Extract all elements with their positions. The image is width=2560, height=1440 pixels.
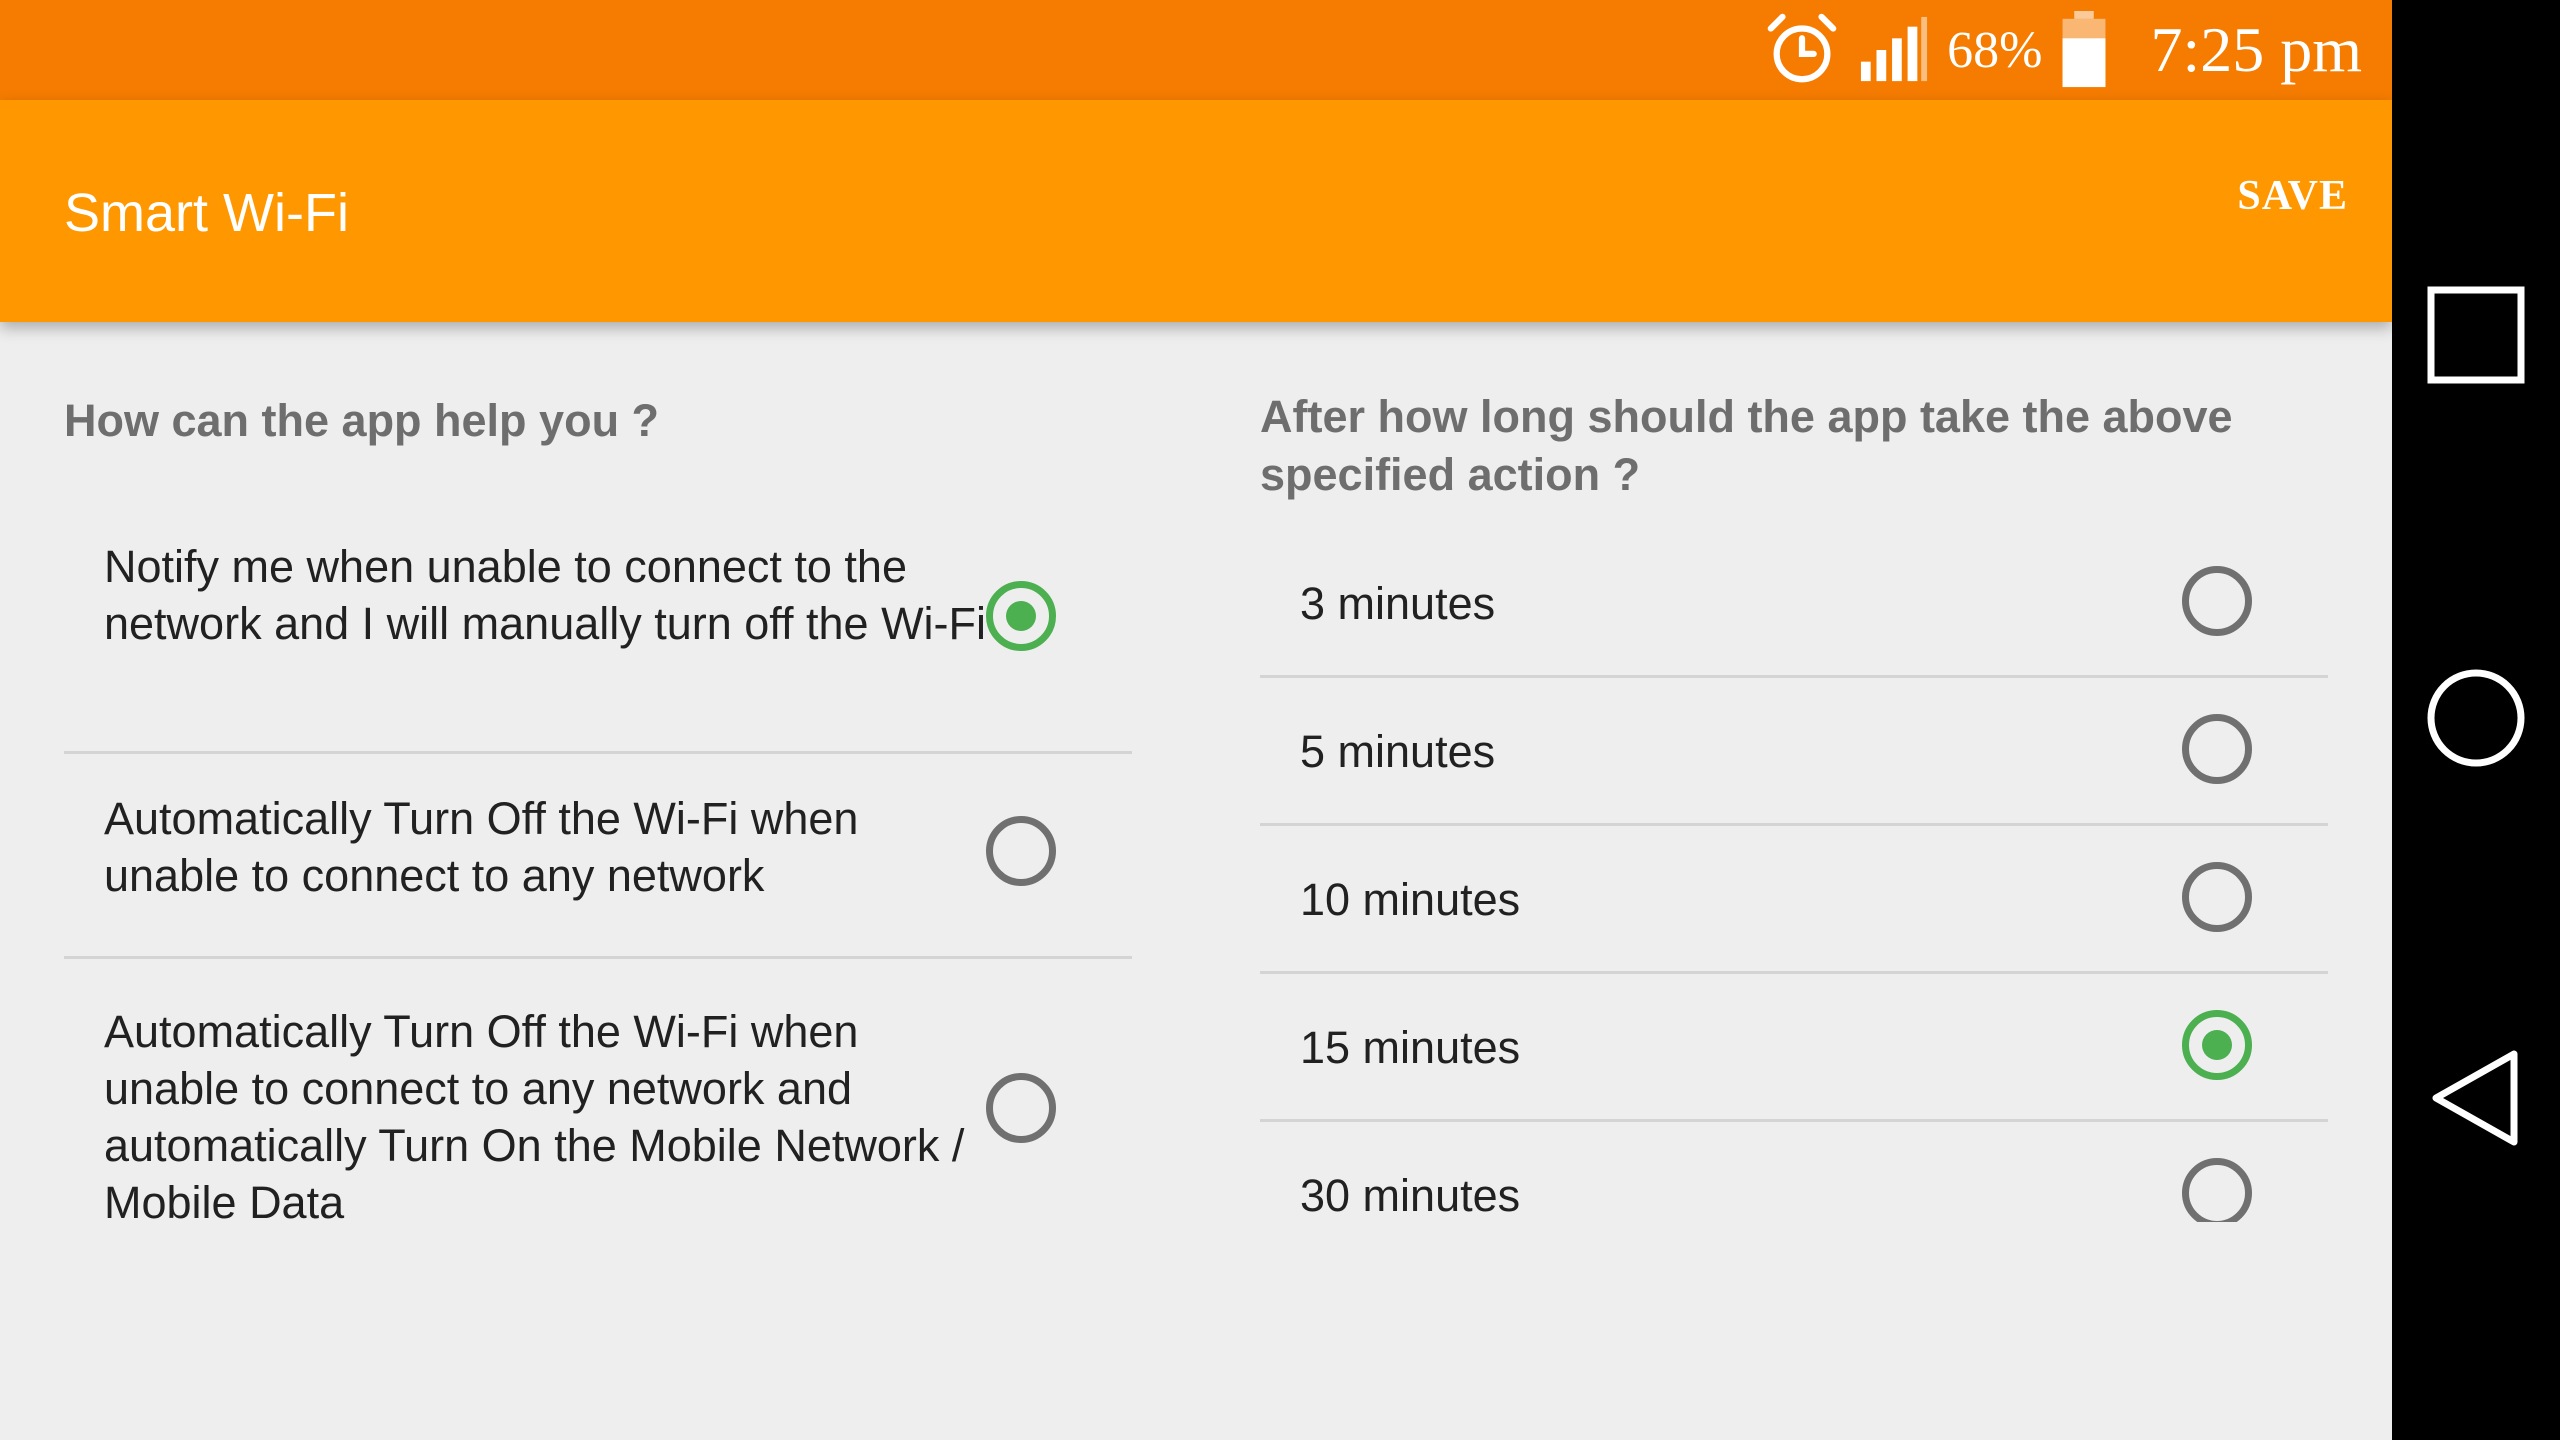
option-label: 5 minutes	[1300, 726, 1496, 777]
navigation-bar	[2392, 0, 2560, 1440]
battery-percent: 68%	[1947, 21, 2043, 79]
help-option-auto-off-mobile-data[interactable]: Automatically Turn Off the Wi-Fi when un…	[64, 959, 1132, 1239]
list-item[interactable]: 3 minutes	[1260, 527, 2328, 675]
radio-button[interactable]	[2182, 714, 2252, 784]
list-item[interactable]: 30 minutes	[1260, 1119, 2328, 1222]
back-triangle-icon	[2426, 1048, 2526, 1153]
page-title: Smart Wi-Fi	[64, 183, 349, 243]
clock-time: 7:25 pm	[2150, 14, 2362, 85]
radio-button[interactable]	[2182, 862, 2252, 932]
delay-section-title: After how long should the app take the a…	[1260, 391, 2233, 500]
home-circle-icon	[2426, 668, 2526, 773]
list-item[interactable]: 5 minutes	[1260, 675, 2328, 823]
alarm-clock-icon	[1763, 11, 1841, 89]
option-label: Automatically Turn Off the Wi-Fi when un…	[104, 1006, 965, 1228]
app-bar: Smart Wi-Fi SAVE	[0, 100, 2392, 322]
list-item[interactable]: 10 minutes	[1260, 823, 2328, 971]
option-label: 3 minutes	[1300, 578, 1496, 629]
minutes-list[interactable]: 3 minutes 5 minutes 10 minutes 15 minute…	[1260, 527, 2328, 1222]
radio-button-selected[interactable]	[2182, 1010, 2252, 1080]
radio-button[interactable]	[2182, 566, 2252, 636]
radio-button-selected[interactable]	[986, 581, 1056, 651]
help-option-notify[interactable]: Notify me when unable to connect to the …	[64, 530, 1132, 750]
battery-icon	[2060, 11, 2108, 89]
radio-button[interactable]	[986, 816, 1056, 886]
radio-button[interactable]	[2182, 1158, 2252, 1222]
option-label: 10 minutes	[1300, 874, 1521, 925]
option-label: 30 minutes	[1300, 1170, 1521, 1221]
save-button[interactable]: SAVE	[2237, 172, 2348, 220]
status-icons: 68% 7:25 pm	[1763, 0, 2362, 100]
recents-button[interactable]	[2392, 262, 2560, 412]
help-option-auto-off[interactable]: Automatically Turn Off the Wi-Fi when un…	[64, 754, 1132, 954]
recents-square-icon	[2426, 285, 2526, 390]
option-label: 15 minutes	[1300, 1022, 1521, 1073]
option-label: Automatically Turn Off the Wi-Fi when un…	[104, 793, 859, 901]
back-button[interactable]	[2392, 1025, 2560, 1175]
option-label: Notify me when unable to connect to the …	[104, 541, 987, 649]
status-bar: 68% 7:25 pm	[0, 0, 2392, 100]
cell-signal-icon	[1859, 15, 1929, 85]
app-screen: 68% 7:25 pm Smart Wi-Fi SAVE How can the…	[0, 0, 2392, 1440]
radio-button[interactable]	[986, 1073, 1056, 1143]
help-section-title: How can the app help you ?	[64, 395, 660, 446]
list-item[interactable]: 15 minutes	[1260, 971, 2328, 1119]
home-button[interactable]	[2392, 645, 2560, 795]
